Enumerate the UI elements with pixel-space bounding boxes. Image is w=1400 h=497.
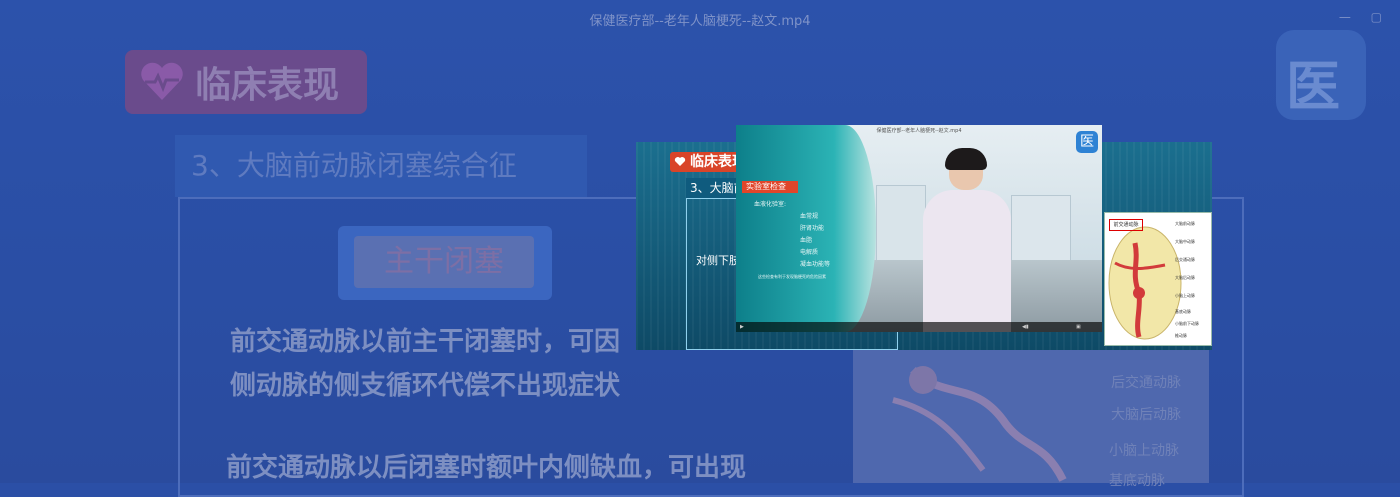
window-title: 保健医疗部--老年人脑梗死--赵文.mp4 bbox=[589, 14, 811, 29]
heart-pulse-icon bbox=[141, 62, 183, 100]
diagram-label: 大脑后动脉 bbox=[1175, 275, 1195, 280]
diagram-label: 小脑上动脉 bbox=[1109, 443, 1179, 459]
video-logo-icon: 医 bbox=[1076, 131, 1098, 153]
fullscreen-icon[interactable]: ▣ bbox=[1076, 324, 1081, 330]
board-badge: 实验室检查 bbox=[742, 181, 798, 193]
window-controls[interactable]: — ▢ bbox=[1339, 10, 1390, 24]
diagram-label: 小脑上动脉 bbox=[1175, 293, 1195, 298]
diagram-label: 大脑后动脉 bbox=[1111, 407, 1181, 423]
video-player[interactable]: 保健医疗部--老年人脑梗死--赵文.mp4 医 实验室检查 血液化验室: 血常规… bbox=[736, 125, 1102, 332]
board-item: 血液化验室: bbox=[754, 201, 787, 208]
video-control-bar[interactable]: ▶ ◀▮ ▣ bbox=[736, 322, 1102, 332]
volume-icon[interactable]: ◀▮ bbox=[1022, 324, 1029, 330]
board-item: 凝血功能等 bbox=[800, 261, 831, 268]
paragraph-2: 前交通动脉以后闭塞时额叶内侧缺血，可出现 bbox=[226, 453, 747, 483]
main-trunk-label: 主干闭塞 bbox=[354, 236, 534, 288]
thumbnail-side-text: 对侧下肢 bbox=[696, 254, 740, 267]
highlight-label: 前交通动脉 bbox=[1109, 219, 1143, 231]
diagram-label: 大脑前动脉 bbox=[1175, 221, 1195, 226]
main-trunk-block: 主干闭塞 bbox=[338, 226, 552, 300]
diagram-label: 椎动脉 bbox=[1175, 333, 1187, 338]
board-item: 血脂 bbox=[800, 237, 813, 244]
clinical-badge: 临床表现 bbox=[125, 50, 367, 114]
diagram-label: 后交通动脉 bbox=[1111, 375, 1181, 391]
section-heading: 3、大脑前动脉闭塞综合征 bbox=[175, 135, 587, 197]
board-item: 肝肾功能 bbox=[800, 225, 825, 232]
board-item: 电解质 bbox=[800, 249, 819, 256]
heart-pulse-icon bbox=[674, 157, 686, 166]
diagram-label: 小脑前下动脉 bbox=[1175, 321, 1199, 326]
diagram-label: 大脑中动脉 bbox=[1175, 239, 1195, 244]
logo-icon: 医 bbox=[1286, 55, 1340, 118]
artery-diagram-thumbnail: 前交通动脉 大脑前动脉 大脑中动脉 后交通动脉 大脑后动脉 小脑上动脉 基底动脉… bbox=[1104, 212, 1212, 346]
diagram-label: 基底动脉 bbox=[1175, 309, 1191, 314]
video-title: 保健医疗部--老年人脑梗死--赵文.mp4 bbox=[876, 128, 962, 134]
badge-label: 临床表现 bbox=[195, 65, 340, 106]
artery-diagram-background: 后交通动脉 大脑后动脉 小脑上动脉 基底动脉 bbox=[853, 340, 1209, 489]
paragraph-1-line-2: 侧动脉的侧支循环代偿不出现症状 bbox=[230, 371, 621, 401]
board-item: 血常规 bbox=[800, 213, 819, 220]
board-note: 这些检查有利于发现脑梗死的危险因素 bbox=[758, 274, 826, 279]
diagram-label: 后交通动脉 bbox=[1175, 257, 1195, 262]
board-list: 血液化验室: 血常规 肝肾功能 血脂 电解质 凝血功能等 这些检查有利于发现脑梗… bbox=[754, 199, 830, 283]
thumbnail-badge-label: 临床表现 bbox=[690, 154, 740, 170]
diagram-label: 基底动脉 bbox=[1109, 473, 1165, 489]
paragraph-1-line-1: 前交通动脉以前主干闭塞时，可因 bbox=[230, 327, 621, 357]
presenter-doctor bbox=[923, 148, 1011, 332]
thumbnail-clinical-badge: 临床表现 bbox=[670, 152, 740, 172]
play-icon[interactable]: ▶ bbox=[740, 324, 744, 330]
app-logo: 医 bbox=[1276, 30, 1366, 120]
